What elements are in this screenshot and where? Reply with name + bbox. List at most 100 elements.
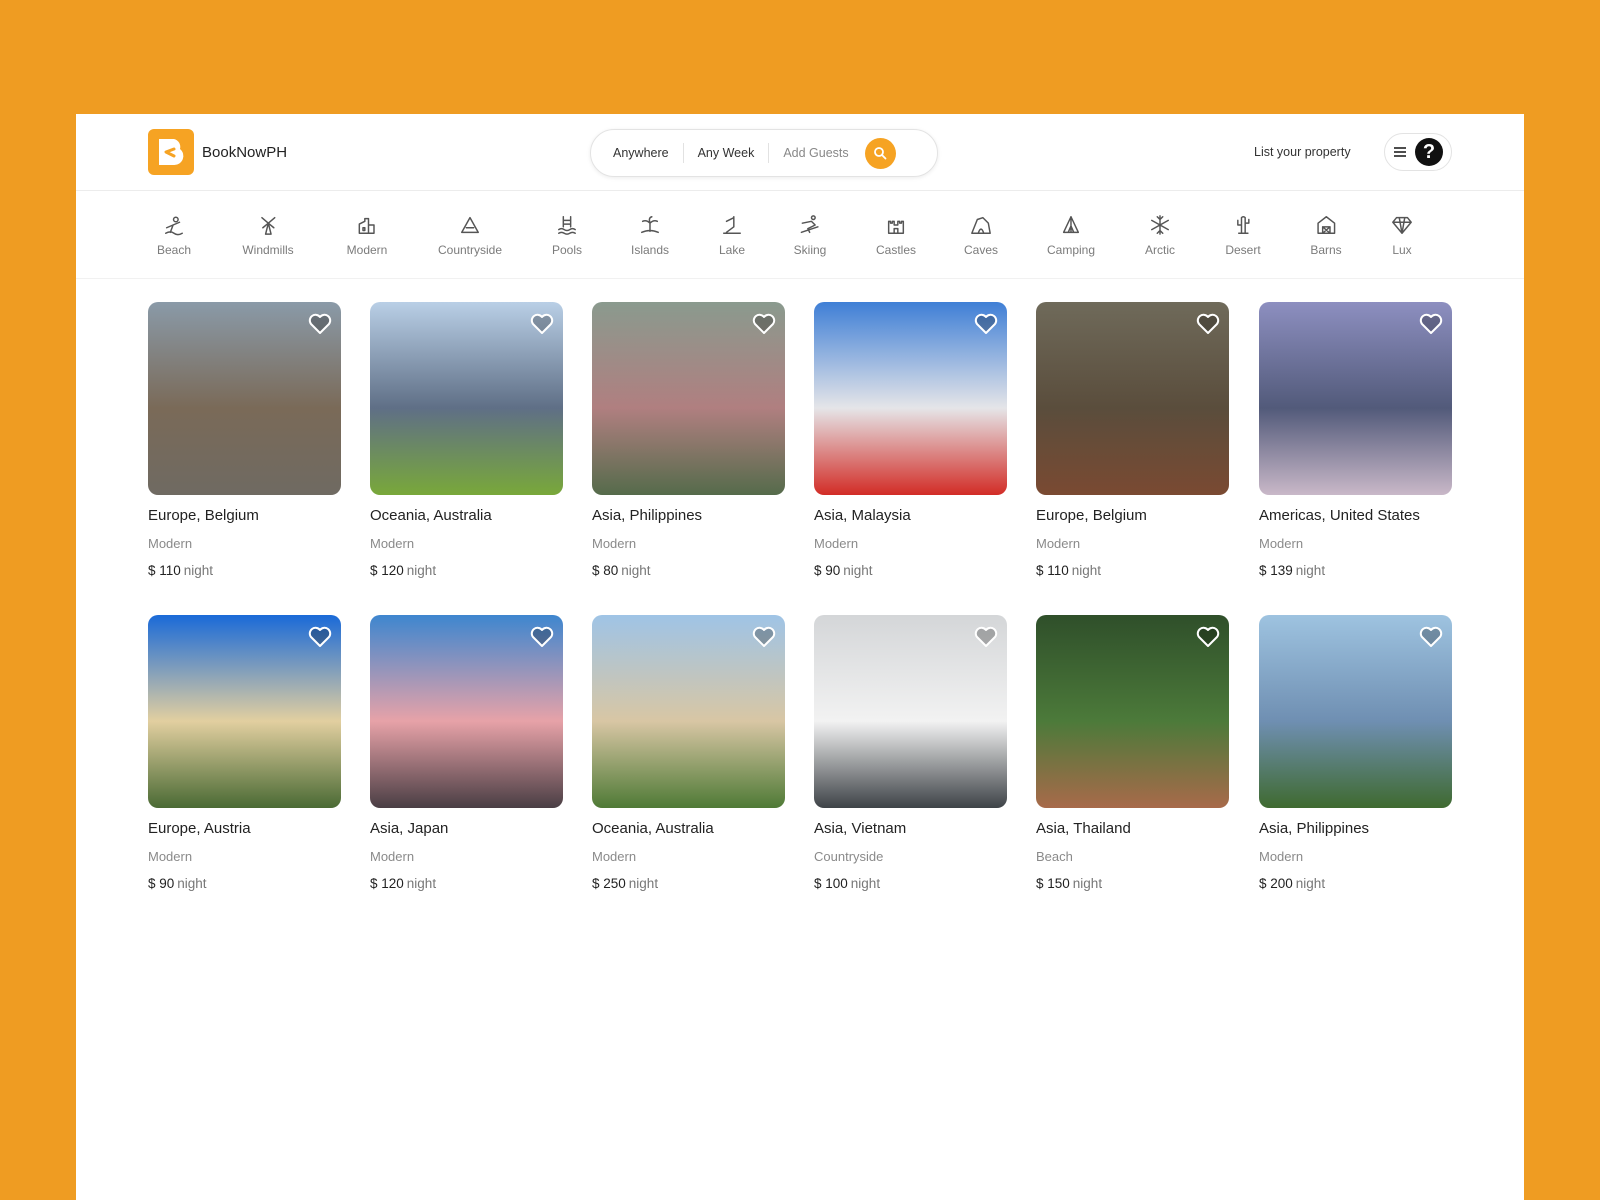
listing-photo[interactable] [592,615,785,808]
listing-card[interactable]: Oceania, Australia Modern $ 250 night [592,615,785,891]
heart-icon[interactable] [1196,313,1220,335]
listing-card[interactable]: Europe, Austria Modern $ 90 night [148,615,341,891]
listing-card[interactable]: Asia, Philippines Modern $ 80 night [592,302,785,578]
pool-icon [555,213,579,237]
category-castles[interactable]: Castles [876,213,916,257]
heart-icon[interactable] [1419,626,1443,648]
brand-name: BookNowPH [202,143,288,161]
listing-location: Europe, Belgium [1036,507,1147,524]
top-header: BookNowPH Anywhere Any Week Add Guests L… [76,114,1524,191]
category-label: Castles [875,243,917,257]
listing-price: $ 100 night [814,876,1007,891]
category-camping[interactable]: Camping [1047,213,1095,257]
listing-type: Modern [1036,536,1081,551]
category-desert[interactable]: Desert [1225,213,1261,257]
listing-card[interactable]: Asia, Malaysia Modern $ 90 night [814,302,1007,578]
price-unit: night [1295,876,1326,891]
category-skiing[interactable]: Skiing [793,213,827,257]
listing-location: Oceania, Australia [370,507,492,524]
heart-icon[interactable] [1196,626,1220,648]
cave-icon [969,213,993,237]
category-barns[interactable]: Barns [1310,213,1342,257]
search-button[interactable] [864,137,896,169]
listing-type: Modern [148,536,193,551]
heart-icon[interactable] [530,626,554,648]
search-guests[interactable]: Add Guests [769,146,862,160]
category-countryside[interactable]: Countryside [438,213,502,257]
listing-photo[interactable] [1259,615,1452,808]
category-label: Lux [1392,243,1412,257]
category-lux[interactable]: Lux [1390,213,1414,257]
listing-card[interactable]: Oceania, Australia Modern $ 120 night [370,302,563,578]
price-amount: $ 110 [148,563,181,578]
price-unit: night [183,563,214,578]
category-label: Skiing [793,243,827,257]
listing-price: $ 120 night [370,563,563,578]
listing-type: Modern [148,849,193,864]
heart-icon[interactable] [530,313,554,335]
listing-photo[interactable] [814,615,1007,808]
listing-card[interactable]: Asia, Thailand Beach $ 150 night [1036,615,1229,891]
listing-photo[interactable] [148,615,341,808]
category-lake[interactable]: Lake [719,213,745,257]
listing-card[interactable]: Asia, Philippines Modern $ 200 night [1259,615,1452,891]
listing-card[interactable]: Americas, United States Modern $ 139 night [1259,302,1452,578]
category-arctic[interactable]: Arctic [1145,213,1175,257]
price-amount: $ 110 [1036,563,1069,578]
listing-photo[interactable] [370,615,563,808]
search-bar[interactable]: Anywhere Any Week Add Guests [590,129,938,177]
category-label: Arctic [1145,243,1175,257]
category-modern[interactable]: Modern [347,213,387,257]
heart-icon[interactable] [974,313,998,335]
category-pools[interactable]: Pools [552,213,582,257]
price-unit: night [406,563,437,578]
listing-type: Modern [1259,849,1304,864]
price-unit: night [177,876,207,891]
listing-card[interactable]: Europe, Belgium Modern $ 110 night [1036,302,1229,578]
category-islands[interactable]: Islands [631,213,669,257]
heart-icon[interactable] [1419,313,1443,335]
island-icon [638,213,662,237]
heart-icon[interactable] [308,313,332,335]
listing-price: $ 90 night [148,876,341,891]
listing-price: $ 110 night [1036,563,1229,578]
listing-card[interactable]: Asia, Vietnam Countryside $ 100 night [814,615,1007,891]
question-avatar-icon: ? [1415,138,1443,166]
category-beach[interactable]: Beach [157,213,191,257]
listing-type: Countryside [814,849,884,864]
category-windmills[interactable]: Windmills [242,213,294,257]
beach-icon [162,213,186,237]
hamburger-icon [1394,147,1406,157]
camping-icon [1059,213,1083,237]
heart-icon[interactable] [752,313,776,335]
category-bar: Beach Windmills Modern Countryside Pools Isla… [76,191,1524,279]
listing-location: Asia, Malaysia [814,507,911,524]
heart-icon[interactable] [752,626,776,648]
listing-card[interactable]: Asia, Japan Modern $ 120 night [370,615,563,891]
price-unit: night [850,876,881,891]
windmill-icon [256,213,280,237]
category-label: Countryside [437,243,503,257]
user-menu-button[interactable]: ? [1384,133,1452,171]
price-unit: night [1072,876,1103,891]
list-your-property-link[interactable]: List your property [1254,145,1351,159]
listing-photo[interactable] [814,302,1007,495]
heart-icon[interactable] [308,626,332,648]
listing-photo[interactable] [370,302,563,495]
listing-location: Asia, Philippines [1259,820,1370,837]
search-where[interactable]: Anywhere [599,146,683,160]
search-when[interactable]: Any Week [684,146,769,160]
listing-photo[interactable] [1036,302,1229,495]
listing-photo[interactable] [592,302,785,495]
snowflake-icon [1148,213,1172,237]
brand-logo[interactable]: BookNowPH [148,129,287,175]
category-caves[interactable]: Caves [964,213,998,257]
listing-photo[interactable] [1036,615,1229,808]
listing-photo[interactable] [148,302,341,495]
price-unit: night [1295,563,1326,578]
listing-photo[interactable] [1259,302,1452,495]
category-label: Caves [963,243,999,257]
heart-icon[interactable] [974,626,998,648]
listing-card[interactable]: Europe, Belgium Modern $ 110 night [148,302,341,578]
category-label: Camping [1046,243,1096,257]
